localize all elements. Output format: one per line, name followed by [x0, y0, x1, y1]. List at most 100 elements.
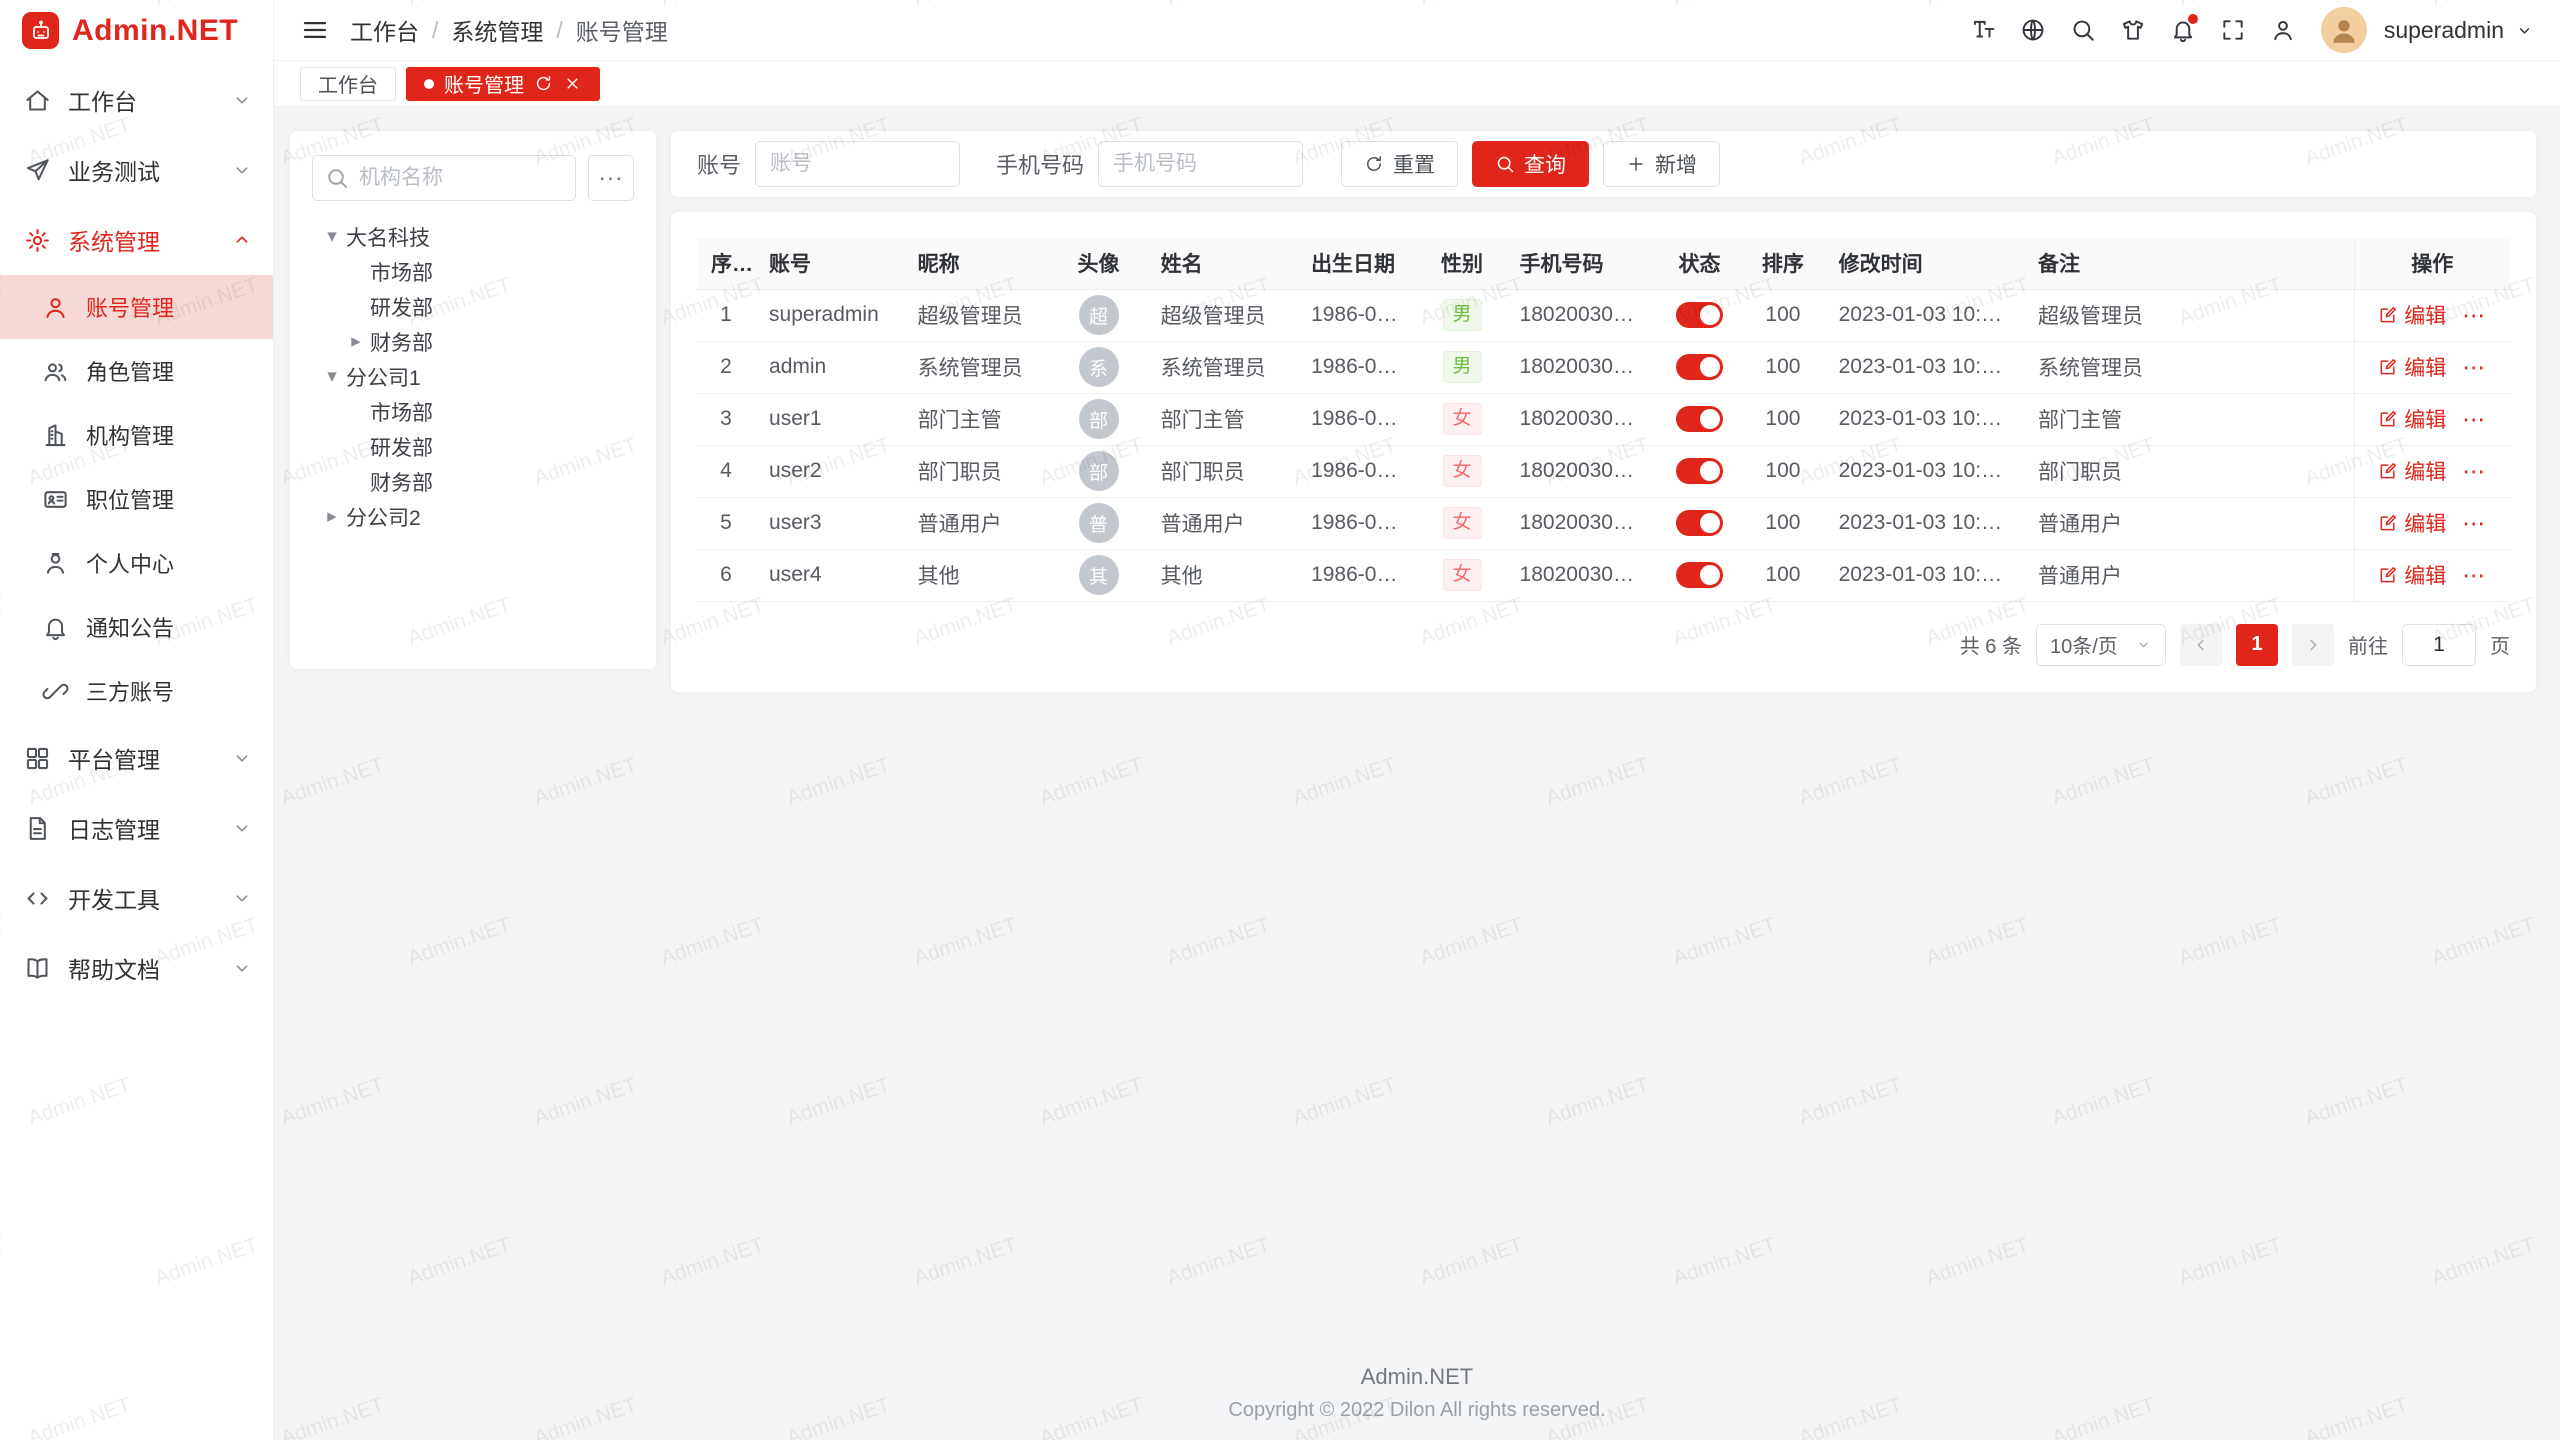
status-toggle[interactable] [1676, 302, 1723, 328]
cell-gender: 女 [1419, 393, 1506, 445]
tree-node[interactable]: 市场部 [312, 254, 634, 289]
more-actions-button[interactable]: ⋯ [2462, 562, 2486, 589]
org-more-button[interactable]: ··· [588, 155, 634, 201]
tab-workbench[interactable]: 工作台 [300, 67, 396, 101]
avatar[interactable] [2321, 7, 2367, 53]
chevron-down-icon[interactable] [2515, 21, 2534, 40]
cell-modified: 2023-01-03 10:59:44 [1825, 549, 2024, 601]
tree-node[interactable]: ▸ 财务部 [312, 324, 634, 359]
sidebar-item-workbench[interactable]: 工作台 [0, 65, 273, 135]
more-actions-button[interactable]: ⋯ [2462, 354, 2486, 381]
cell-status [1658, 341, 1741, 393]
page-size-select[interactable]: 10条/页 [2036, 624, 2166, 666]
theme-icon[interactable] [2111, 8, 2155, 52]
tree-node[interactable]: 市场部 [312, 394, 634, 429]
search-icon[interactable] [2061, 8, 2105, 52]
sidebar-item-personal-center[interactable]: 个人中心 [0, 531, 273, 595]
sidebar-item-org-management[interactable]: 机构管理 [0, 403, 273, 467]
reset-button[interactable]: 重置 [1341, 141, 1458, 187]
edit-button[interactable]: 编辑 [2378, 300, 2446, 330]
sidebar-item-dev-tools[interactable]: 开发工具 [0, 863, 273, 933]
close-icon[interactable] [563, 74, 582, 93]
fullscreen-icon[interactable] [2211, 8, 2255, 52]
sidebar-item-role-management[interactable]: 角色管理 [0, 339, 273, 403]
cell-birth: 1986-06-28 [1297, 549, 1418, 601]
hamburger-menu-icon[interactable] [300, 15, 330, 45]
edit-button[interactable]: 编辑 [2378, 560, 2446, 590]
cell-order: 100 [1741, 289, 1824, 341]
status-toggle[interactable] [1676, 406, 1723, 432]
next-page-button[interactable] [2292, 624, 2334, 666]
cell-status [1658, 549, 1741, 601]
row-avatar: 部 [1079, 451, 1119, 491]
sidebar-item-account-management[interactable]: 账号管理 [0, 275, 273, 339]
tree-node[interactable]: 研发部 [312, 289, 634, 324]
status-toggle[interactable] [1676, 510, 1723, 536]
tree-node[interactable]: 研发部 [312, 429, 634, 464]
gender-badge: 女 [1443, 507, 1482, 540]
tab-account-management[interactable]: 账号管理 [406, 67, 600, 101]
tree-node-label: 市场部 [370, 397, 433, 427]
add-button[interactable]: 新增 [1603, 141, 1720, 187]
edit-button[interactable]: 编辑 [2378, 456, 2446, 486]
language-icon[interactable] [2011, 8, 2055, 52]
cell-birth: 1986-06-28 [1297, 445, 1418, 497]
breadcrumb: 工作台 / 系统管理 / 账号管理 [350, 13, 668, 47]
tree-node[interactable]: ▾ 大名科技 [312, 219, 634, 254]
breadcrumb-item[interactable]: 系统管理 [451, 13, 543, 47]
phone-input[interactable] [1098, 141, 1303, 187]
sidebar-item-notice[interactable]: 通知公告 [0, 595, 273, 659]
more-actions-button[interactable]: ⋯ [2462, 510, 2486, 537]
user-name[interactable]: superadmin [2384, 17, 2504, 44]
breadcrumb-item-current: 账号管理 [576, 13, 668, 47]
font-size-icon[interactable] [1961, 8, 2005, 52]
gender-badge: 男 [1443, 351, 1482, 384]
cell-status [1658, 289, 1741, 341]
cell-avatar: 系 [1051, 341, 1147, 393]
status-toggle[interactable] [1676, 562, 1723, 588]
more-actions-button[interactable]: ⋯ [2462, 302, 2486, 329]
tree-caret-icon: ▾ [318, 225, 346, 248]
account-input[interactable] [755, 141, 960, 187]
chevron-down-icon [231, 747, 253, 769]
sidebar-item-system-management[interactable]: 系统管理 [0, 205, 273, 275]
status-toggle[interactable] [1676, 354, 1723, 380]
status-toggle[interactable] [1676, 458, 1723, 484]
cell-order: 100 [1741, 549, 1824, 601]
notification-icon[interactable] [2161, 8, 2205, 52]
page-number-button[interactable]: 1 [2236, 624, 2278, 666]
cell-modified: 2023-01-03 10:59:44 [1825, 445, 2024, 497]
edit-button[interactable]: 编辑 [2378, 352, 2446, 382]
chevron-down-icon [2135, 636, 2152, 653]
more-actions-button[interactable]: ⋯ [2462, 458, 2486, 485]
tree-node[interactable]: ▾ 分公司1 [312, 359, 634, 394]
sidebar-item-position-management[interactable]: 职位管理 [0, 467, 273, 531]
edit-button[interactable]: 编辑 [2378, 508, 2446, 538]
chevron-right-icon [2304, 636, 2322, 654]
query-button[interactable]: 查询 [1472, 141, 1589, 187]
sidebar-item-help-docs[interactable]: 帮助文档 [0, 933, 273, 1003]
edit-button[interactable]: 编辑 [2378, 404, 2446, 434]
sidebar-item-log-management[interactable]: 日志管理 [0, 793, 273, 863]
col-seq: 序号 [697, 238, 755, 289]
breadcrumb-item[interactable]: 工作台 [350, 13, 419, 47]
cell-actions: 编辑 ⋯ [2354, 445, 2510, 497]
tree-node[interactable]: 财务部 [312, 464, 634, 499]
cell-gender: 男 [1419, 289, 1506, 341]
sidebar-item-third-party-account[interactable]: 三方账号 [0, 659, 273, 723]
org-name-search-input[interactable] [312, 155, 576, 201]
user-icon[interactable] [2261, 8, 2305, 52]
refresh-icon[interactable] [534, 74, 553, 93]
sidebar-item-platform-management[interactable]: 平台管理 [0, 723, 273, 793]
cell-phone: 18020030720 [1506, 341, 1658, 393]
cell-nickname: 超级管理员 [904, 289, 1051, 341]
cell-account: user1 [755, 393, 904, 445]
org-tree-panel: ··· ▾ 大名科技 市场部 [290, 131, 656, 669]
sidebar-item-label: 个人中心 [86, 547, 253, 579]
sidebar-item-business-test[interactable]: 业务测试 [0, 135, 273, 205]
more-actions-button[interactable]: ⋯ [2462, 406, 2486, 433]
tree-node[interactable]: ▸ 分公司2 [312, 499, 634, 534]
logo[interactable]: Admin.NET [0, 0, 273, 61]
prev-page-button[interactable] [2180, 624, 2222, 666]
goto-page-input[interactable] [2402, 624, 2476, 666]
